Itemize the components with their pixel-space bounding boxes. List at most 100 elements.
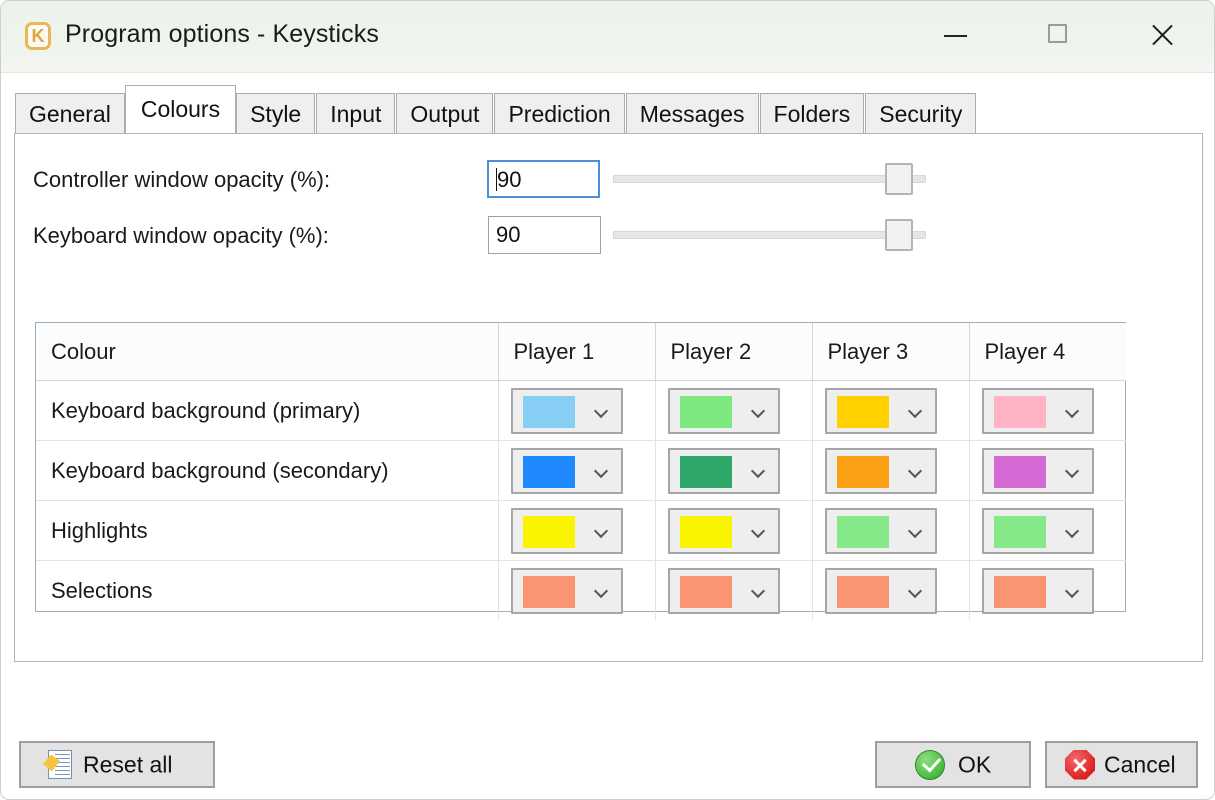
keyboard-opacity-slider[interactable]	[613, 216, 926, 254]
colour-picker-r0-p1[interactable]	[510, 387, 623, 434]
colour-picker-r1-p3[interactable]	[824, 447, 937, 494]
colour-picker-r2-p1[interactable]	[510, 507, 623, 554]
colour-swatch	[522, 395, 575, 428]
colour-swatch	[993, 455, 1046, 488]
tab-colours[interactable]: Colours	[124, 85, 237, 133]
chevron-down-icon	[1066, 585, 1079, 598]
colour-swatch	[522, 515, 575, 548]
chevron-down-icon	[752, 405, 765, 418]
slider-track	[613, 175, 926, 183]
header-player-3: Player 3	[812, 323, 970, 381]
colour-swatch	[836, 455, 889, 488]
slider-thumb[interactable]	[885, 163, 913, 195]
tab-input[interactable]: Input	[316, 93, 396, 133]
colour-swatch	[679, 575, 732, 608]
colour-picker-r2-p4[interactable]	[981, 507, 1094, 554]
row-label-selections: Selections	[36, 560, 499, 620]
chevron-down-icon	[1066, 405, 1079, 418]
table-row: Keyboard background (secondary)	[36, 440, 1126, 501]
colour-swatch	[993, 395, 1046, 428]
table-row: Keyboard background (primary)	[36, 380, 1126, 441]
colour-picker-r3-p1[interactable]	[510, 567, 623, 614]
cancel-button[interactable]: Cancel	[1045, 741, 1198, 788]
cancel-octagon-icon	[1065, 749, 1095, 780]
chevron-down-icon	[595, 465, 608, 478]
ok-button[interactable]: OK	[875, 741, 1031, 788]
tab-strip: General Colours Style Input Output Predi…	[15, 85, 977, 133]
colour-swatch	[836, 575, 889, 608]
keyboard-opacity-label: Keyboard window opacity (%):	[33, 223, 329, 248]
tab-folders[interactable]: Folders	[759, 93, 865, 133]
controller-opacity-input[interactable]: 90	[487, 160, 600, 198]
check-circle-icon	[915, 749, 945, 780]
ok-label: OK	[958, 751, 992, 777]
tab-messages[interactable]: Messages	[625, 93, 759, 133]
chevron-down-icon	[1066, 465, 1079, 478]
tab-prediction[interactable]: Prediction	[494, 93, 625, 133]
cancel-label: Cancel	[1104, 751, 1176, 777]
chevron-down-icon	[752, 465, 765, 478]
controller-opacity-label: Controller window opacity (%):	[33, 167, 331, 192]
window-title: Program options - Keysticks	[65, 20, 379, 48]
close-button[interactable]	[1128, 1, 1196, 69]
keyboard-opacity-input[interactable]: 90	[488, 216, 601, 254]
tab-security[interactable]: Security	[865, 93, 977, 133]
controller-opacity-value: 90	[497, 167, 522, 192]
chevron-down-icon	[1066, 525, 1079, 538]
colour-swatch	[522, 575, 575, 608]
colour-picker-r2-p2[interactable]	[667, 507, 780, 554]
chevron-down-icon	[909, 525, 922, 538]
tab-style[interactable]: Style	[236, 93, 316, 133]
colour-picker-r3-p4[interactable]	[981, 567, 1094, 614]
slider-thumb[interactable]	[885, 219, 913, 251]
chevron-down-icon	[595, 525, 608, 538]
chevron-down-icon	[752, 585, 765, 598]
chevron-down-icon	[595, 405, 608, 418]
colour-picker-r3-p2[interactable]	[667, 567, 780, 614]
chevron-down-icon	[752, 525, 765, 538]
chevron-down-icon	[909, 585, 922, 598]
options-dialog-window: K Program options - Keysticks General Co…	[0, 0, 1215, 800]
colour-picker-r0-p3[interactable]	[824, 387, 937, 434]
controller-opacity-slider[interactable]	[613, 160, 926, 198]
colour-swatch	[679, 395, 732, 428]
chevron-down-icon	[595, 585, 608, 598]
colour-swatch	[993, 575, 1046, 608]
row-label-highlights: Highlights	[36, 500, 499, 561]
maximize-icon	[1048, 24, 1067, 43]
reset-all-button[interactable]: Reset all	[19, 741, 215, 788]
keyboard-opacity-value: 90	[496, 222, 521, 247]
colours-tab-panel: Controller window opacity (%): 90 Keyboa…	[14, 133, 1203, 662]
reset-all-label: Reset all	[83, 751, 173, 777]
title-bar: K Program options - Keysticks	[1, 1, 1214, 73]
tab-output[interactable]: Output	[396, 93, 494, 133]
header-player-4: Player 4	[969, 323, 1126, 381]
colour-picker-r3-p3[interactable]	[824, 567, 937, 614]
colour-swatch	[522, 455, 575, 488]
colour-swatch	[679, 455, 732, 488]
colour-grid: Colour Player 1 Player 2 Player 3 Player…	[35, 322, 1126, 620]
reset-icon	[43, 749, 73, 780]
colour-picker-r1-p4[interactable]	[981, 447, 1094, 494]
colour-picker-r1-p2[interactable]	[667, 447, 780, 494]
colour-swatch	[679, 515, 732, 548]
colour-swatch	[993, 515, 1046, 548]
minimize-button[interactable]	[921, 1, 989, 69]
colour-picker-r0-p2[interactable]	[667, 387, 780, 434]
row-label-keyboard-background-primary: Keyboard background (primary)	[36, 380, 499, 441]
tab-general[interactable]: General	[15, 93, 125, 133]
chevron-down-icon	[909, 405, 922, 418]
colour-picker-r2-p3[interactable]	[824, 507, 937, 554]
colour-picker-r0-p4[interactable]	[981, 387, 1094, 434]
colour-swatch	[836, 515, 889, 548]
table-row: Selections	[36, 560, 1126, 620]
slider-track	[613, 231, 926, 239]
header-player-2: Player 2	[655, 323, 813, 381]
table-row: Highlights	[36, 500, 1126, 561]
chevron-down-icon	[909, 465, 922, 478]
maximize-button[interactable]	[1023, 1, 1091, 69]
row-label-keyboard-background-secondary: Keyboard background (secondary)	[36, 440, 499, 501]
grid-header-row: Colour Player 1 Player 2 Player 3 Player…	[36, 323, 1126, 381]
colour-swatch	[836, 395, 889, 428]
colour-picker-r1-p1[interactable]	[510, 447, 623, 494]
